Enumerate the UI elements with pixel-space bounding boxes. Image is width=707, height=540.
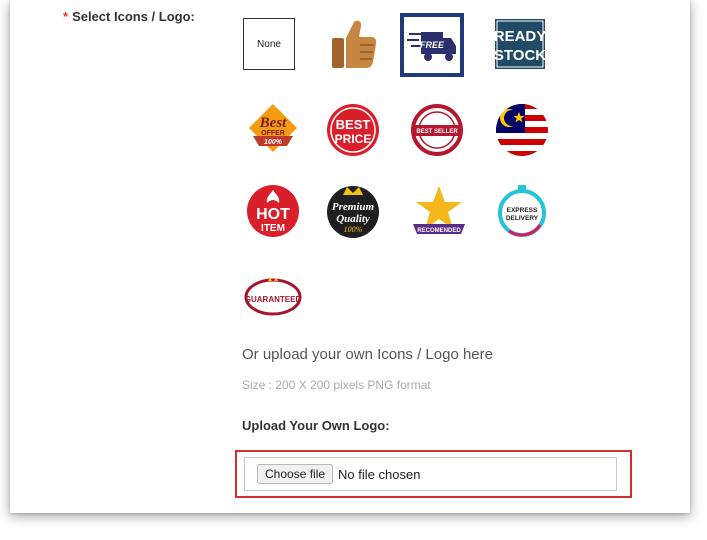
free-text: FREE [420, 40, 445, 50]
offer-text: OFFER [261, 130, 285, 137]
icon-option-best-price[interactable]: BEST PRICE [322, 99, 384, 161]
file-upload-input[interactable]: Choose file No file chosen [244, 457, 617, 491]
best-price-bottom-text: PRICE [335, 132, 372, 146]
upload-own-logo-hint: Or upload your own Icons / Logo here [242, 346, 493, 363]
best-text: Best [259, 115, 288, 131]
icon-option-best-offer[interactable]: Best OFFER 100% [242, 99, 304, 161]
thumbs-up-icon [332, 20, 377, 68]
best-price-icon: BEST PRICE [327, 104, 379, 156]
select-icons-label: * Select Icons / Logo: [63, 9, 195, 24]
upload-logo-label: Upload Your Own Logo: [242, 418, 390, 433]
best-price-top-text: BEST [336, 117, 371, 132]
best-percent-text: 100% [264, 139, 283, 146]
icon-option-recommended[interactable]: RECOMENDED [408, 180, 470, 242]
guaranteed-icon: GUARANTEED [244, 277, 302, 316]
none-option-box: None [243, 18, 295, 70]
icon-option-express-delivery[interactable]: EXPRESS DELIVERY [491, 180, 553, 242]
file-status-text: No file chosen [338, 466, 421, 482]
none-option-label: None [257, 38, 281, 50]
hot-item-icon: HOT ITEM [247, 185, 299, 237]
stock-text: STOCK [494, 47, 546, 64]
icon-option-none[interactable]: None [238, 13, 300, 75]
icon-option-guaranteed[interactable]: GUARANTEED [242, 264, 304, 326]
ready-text: READY [494, 28, 546, 45]
recommended-text: RECOMENDED [417, 228, 461, 234]
icon-option-ready-stock[interactable]: READY STOCK [489, 13, 551, 75]
best-offer-icon: Best OFFER 100% [249, 104, 297, 152]
express-delivery-icon: EXPRESS DELIVERY [498, 185, 546, 237]
premium-quality-icon: Premium Quality 100% [327, 186, 379, 238]
premium-percent-text: 100% [344, 225, 363, 234]
icon-option-hot-item[interactable]: HOT ITEM [242, 180, 304, 242]
recommended-star-icon: RECOMENDED [413, 186, 465, 234]
item-text: ITEM [261, 223, 285, 234]
icon-selection-panel: * Select Icons / Logo: None FREE READY S… [10, 0, 690, 513]
delivery-text: DELIVERY [506, 215, 539, 222]
required-marker: * [63, 9, 69, 24]
icon-option-free-delivery[interactable]: FREE [400, 13, 464, 77]
delivery-truck-icon: FREE [407, 22, 457, 68]
choose-file-button[interactable]: Choose file [257, 464, 334, 484]
size-requirement-text: Size : 200 X 200 pixels PNG format [242, 378, 431, 392]
select-icons-label-text: Select Icons / Logo: [72, 9, 195, 24]
best-seller-icon: BEST SELLER [411, 104, 463, 156]
icon-option-thumbs-up[interactable] [322, 13, 384, 75]
icon-option-best-seller[interactable]: BEST SELLER [406, 99, 468, 161]
express-text: EXPRESS [507, 207, 538, 214]
ready-stock-icon: READY STOCK [494, 19, 546, 69]
malaysia-flag-icon [496, 104, 548, 156]
quality-text: Quality [336, 213, 370, 225]
guaranteed-text: GUARANTEED [245, 295, 302, 304]
icon-option-malaysia-flag[interactable] [491, 99, 553, 161]
icon-option-premium-quality[interactable]: Premium Quality 100% [322, 180, 384, 242]
best-seller-text: BEST SELLER [416, 129, 458, 135]
hot-text: HOT [256, 206, 290, 223]
premium-text: Premium [332, 201, 375, 213]
